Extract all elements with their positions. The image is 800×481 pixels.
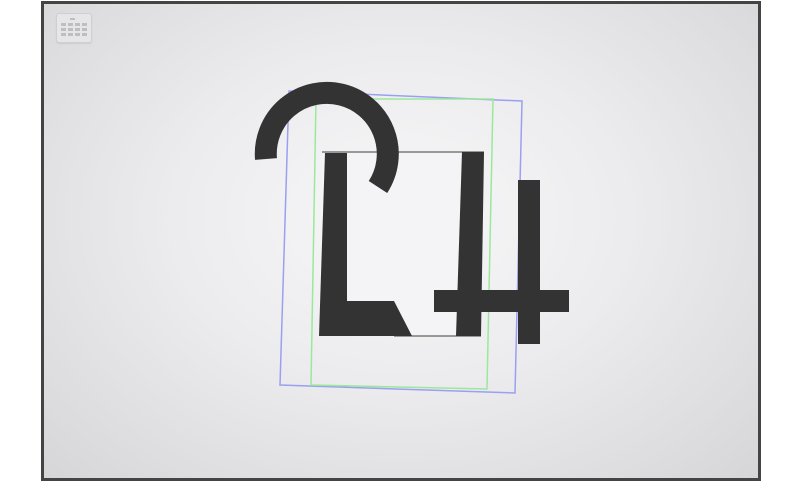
game-board [41,1,761,481]
piece-four-stem-right[interactable] [518,180,540,344]
piece-four-crossbar[interactable] [434,290,569,312]
puzzle-canvas [254,81,569,394]
